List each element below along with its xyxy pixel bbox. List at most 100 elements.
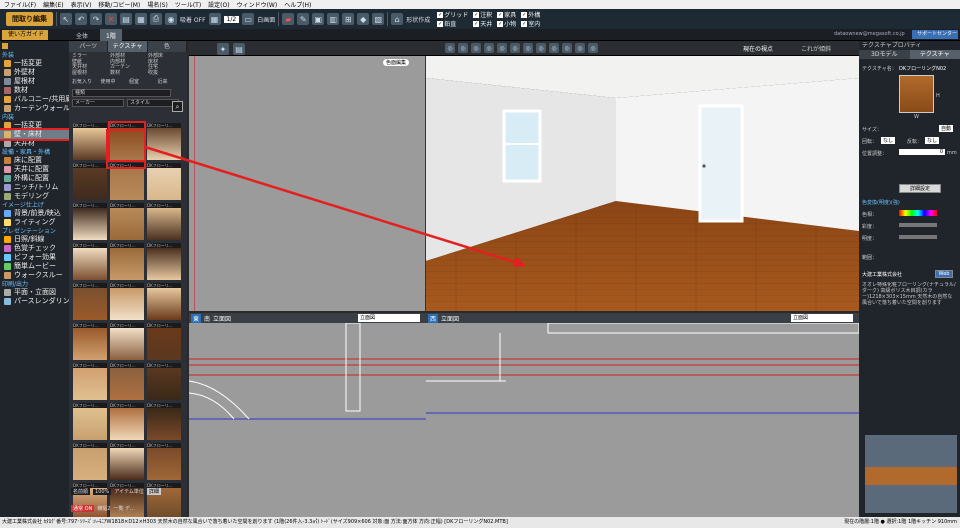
- pan-icon[interactable]: ◎: [497, 43, 507, 53]
- sidebar-item[interactable]: 数材: [0, 86, 69, 95]
- texture-thumb[interactable]: DKフローリ…: [110, 283, 144, 320]
- texture-thumb[interactable]: DKフローリ…: [147, 443, 181, 480]
- category-item[interactable]: 数材: [110, 70, 146, 77]
- layer-checkbox[interactable]: ✓ 室内: [521, 19, 540, 28]
- sidebar-item[interactable]: 床に配置: [0, 156, 69, 165]
- category-item[interactable]: 屋根材: [72, 70, 108, 77]
- tab-texture[interactable]: テクスチャ: [108, 41, 148, 52]
- sidebar-item[interactable]: パースレンダリング: [0, 297, 69, 306]
- menu-item[interactable]: ウィンドウ(W): [237, 0, 278, 9]
- web-button[interactable]: Web: [935, 270, 953, 278]
- detail-button[interactable]: 詳細: [146, 488, 161, 495]
- car-icon[interactable]: ▰: [282, 13, 295, 25]
- texture-thumb[interactable]: DKフローリ…: [147, 283, 181, 320]
- grid-icon[interactable]: ▦: [208, 13, 221, 25]
- texture-thumb[interactable]: DKフローリ…: [110, 203, 144, 240]
- view-mode-select[interactable]: 白画面: [257, 15, 275, 24]
- layout-icon[interactable]: ▭: [242, 13, 255, 25]
- texture-thumb[interactable]: DKフローリ…: [73, 443, 107, 480]
- ratio-select[interactable]: 1/2: [223, 15, 240, 23]
- texture-thumb[interactable]: DKフローリ…: [73, 283, 107, 320]
- zoom-in-icon[interactable]: ◎: [458, 43, 468, 53]
- position-input[interactable]: 0: [899, 149, 945, 155]
- layer-checkbox[interactable]: ✓ 注釈: [473, 10, 492, 19]
- menu-item[interactable]: 編集(E): [43, 0, 63, 9]
- auto-icon[interactable]: ▧: [372, 13, 385, 25]
- sidebar-item[interactable]: 日照/斜線: [0, 235, 69, 244]
- texture-thumb[interactable]: DKフローリ…: [73, 163, 107, 200]
- undo-icon[interactable]: ↶: [75, 13, 87, 25]
- layer-checkbox[interactable]: ✓ 天井: [473, 19, 492, 28]
- layer-checkbox[interactable]: ✓ 家具: [497, 10, 516, 19]
- sidebar-item[interactable]: ニッチ/トリム: [0, 183, 69, 192]
- tab-1f[interactable]: 1階: [100, 29, 122, 41]
- lamp-icon[interactable]: ◎: [575, 43, 585, 53]
- collapse-icon[interactable]: [2, 43, 8, 49]
- elevation-viewport-right[interactable]: 西 立面図 立面図: [426, 313, 859, 517]
- texture-thumb[interactable]: DKフローリ…: [110, 163, 144, 200]
- grid-snap-icon[interactable]: ✦: [217, 43, 229, 55]
- zoom-select[interactable]: 100%: [93, 488, 112, 495]
- plan-edit-button[interactable]: 間取り編集: [6, 12, 53, 26]
- texture-thumb[interactable]: DKフローリ…: [73, 243, 107, 280]
- sidebar-item[interactable]: 簡単ムービー: [0, 262, 69, 271]
- sidebar-item[interactable]: 外構に配置: [0, 174, 69, 183]
- direction-tag[interactable]: 西: [428, 313, 439, 323]
- texture-thumb[interactable]: DKフローリ…: [110, 363, 144, 400]
- open-icon[interactable]: ▤: [120, 13, 132, 25]
- texture-thumb[interactable]: DKフローリ…: [147, 203, 181, 240]
- layers-icon[interactable]: ▤: [233, 43, 245, 55]
- sidebar-item[interactable]: 天井に配置: [0, 165, 69, 174]
- tab-all[interactable]: 全体: [70, 29, 94, 41]
- texture-thumb[interactable]: DKフローリ…: [73, 403, 107, 440]
- tab-color[interactable]: 色: [147, 41, 187, 52]
- search-icon[interactable]: ⌕: [172, 101, 183, 112]
- category-item[interactable]: 吹抜: [148, 70, 184, 77]
- flip-select[interactable]: なし: [925, 137, 940, 144]
- auto-select[interactable]: 自動: [939, 125, 954, 132]
- camera-icon[interactable]: ◉: [165, 13, 177, 25]
- color-edit-tag[interactable]: 色面編集: [383, 59, 410, 66]
- normal-toggle[interactable]: 通常 ON: [71, 505, 95, 512]
- slope-label[interactable]: これが傾斜: [801, 44, 831, 53]
- plan-viewport[interactable]: 色面編集: [189, 56, 426, 311]
- texture-thumb[interactable]: DKフローリ…: [110, 443, 144, 480]
- size-select[interactable]: 横幅2: [97, 505, 110, 512]
- snap-toggle[interactable]: 吸着 OFF: [180, 15, 206, 24]
- sidebar-item[interactable]: 一括変更: [0, 121, 69, 130]
- print-icon[interactable]: ⎙: [150, 13, 162, 25]
- layer-checkbox[interactable]: ✓ グリッド: [437, 10, 468, 19]
- sidebar-item[interactable]: 背景/前景/映込: [0, 209, 69, 218]
- texture-thumb[interactable]: DKフローリ…: [73, 123, 107, 160]
- sidebar-item[interactable]: ビフォー効果: [0, 253, 69, 262]
- elevation-viewport-left[interactable]: 東 南 立面図 立面図: [189, 313, 426, 517]
- pointer-icon[interactable]: ↖: [60, 13, 72, 25]
- tab-texture-prop[interactable]: テクスチャ: [909, 50, 960, 59]
- zoom-out-icon[interactable]: ◎: [471, 43, 481, 53]
- sidebar-item[interactable]: カーテンウォール: [0, 104, 69, 113]
- texture-thumb[interactable]: DKフローリ…: [147, 163, 181, 200]
- perspective-viewport[interactable]: [426, 56, 859, 311]
- texture-thumb[interactable]: DKフローリ…: [147, 123, 181, 160]
- measure-icon[interactable]: ◎: [588, 43, 598, 53]
- sidebar-collapse[interactable]: [0, 41, 69, 51]
- kind-select[interactable]: 種類: [72, 88, 171, 97]
- sort-select[interactable]: 名前順: [71, 488, 91, 495]
- menu-item[interactable]: 場名(S): [147, 0, 168, 9]
- elevation-south-tag[interactable]: 南: [204, 314, 210, 323]
- layer-checkbox[interactable]: ✓ 小物: [497, 19, 516, 28]
- filter-item[interactable]: 使用中: [101, 79, 128, 86]
- layer-checkbox[interactable]: ✓ 外構: [521, 10, 540, 19]
- sidebar-item[interactable]: モデリング: [0, 192, 69, 201]
- tab-3d-model[interactable]: 3Dモデル: [859, 50, 910, 59]
- menu-item[interactable]: ツール(T): [175, 0, 201, 9]
- item-unit-check[interactable]: アイテム単位: [114, 488, 144, 495]
- sidebar-item[interactable]: バルコニー/共用廊下: [0, 95, 69, 104]
- filter-item[interactable]: 個室: [129, 79, 156, 86]
- eye-icon[interactable]: ◎: [562, 43, 572, 53]
- texture-thumb[interactable]: DKフローリ…: [147, 403, 181, 440]
- rotate-icon[interactable]: ◎: [510, 43, 520, 53]
- filter-item[interactable]: お気入り: [72, 79, 99, 86]
- sidebar-item[interactable]: 天井材: [0, 139, 69, 148]
- texture-thumb[interactable]: DKフローリ…: [110, 403, 144, 440]
